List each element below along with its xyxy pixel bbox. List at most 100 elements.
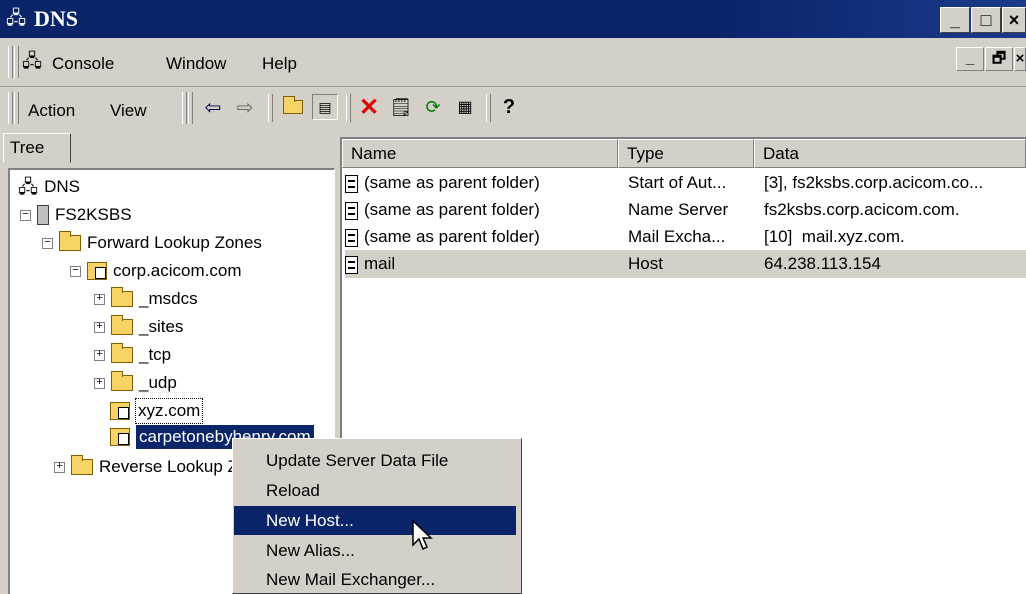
record-data: [3], fs2ksbs.corp.acicom.co... [764, 173, 984, 192]
record-data: fs2ksbs.corp.acicom.com. [764, 200, 960, 219]
record-type: Name Server [628, 200, 729, 219]
toolbar-grip-2 [14, 92, 19, 124]
maximize-button[interactable]: □ [971, 7, 1001, 33]
dns-app-icon: 🖧 [6, 8, 27, 28]
toolbar-separator-5 [486, 94, 491, 122]
tree-node-forward-zones[interactable]: − Forward Lookup Zones [42, 231, 262, 255]
mdi-restore-button[interactable]: 🗗 [985, 47, 1013, 71]
folder-icon [111, 371, 133, 391]
help-icon[interactable]: ? [496, 94, 522, 120]
show-tree-icon[interactable]: ▤ [312, 94, 338, 120]
tree-node-label: DNS [44, 177, 80, 196]
expand-icon[interactable]: + [94, 293, 105, 305]
tree-node-sites[interactable]: + _sites [94, 315, 183, 339]
tree-node-corp-acicom[interactable]: − corp.acicom.com [70, 259, 241, 283]
tree-node-label: Forward Lookup Zones [87, 233, 262, 252]
menu-help[interactable]: Help [262, 54, 297, 74]
zone-icon [87, 262, 107, 280]
tree-node-label: _udp [139, 373, 177, 392]
console-icon: 🖧 [22, 51, 43, 71]
mdi-close-button[interactable]: × [1014, 47, 1026, 71]
record-type: Host [628, 254, 663, 273]
menu-console[interactable]: Console [52, 54, 114, 74]
collapse-icon[interactable]: − [70, 265, 81, 277]
menu-bar [0, 38, 1026, 87]
record-name: mail [364, 254, 396, 273]
menu-item-reload[interactable]: Reload [234, 476, 516, 505]
action-menu[interactable]: Action [28, 101, 75, 121]
record-name: (same as parent folder) [364, 200, 540, 219]
refresh-icon[interactable]: ⟳ [420, 94, 446, 120]
column-header-type[interactable]: Type [618, 139, 754, 168]
tree-node-server[interactable]: − FS2KSBS [20, 203, 132, 227]
record-name: (same as parent folder) [364, 173, 540, 192]
menu-grip [8, 46, 13, 78]
delete-icon[interactable]: ✕ [356, 94, 382, 121]
window-title: DNS [34, 6, 79, 31]
record-name: (same as parent folder) [364, 227, 540, 246]
tree-node-xyz[interactable]: xyz.com [110, 398, 204, 424]
list-row-selected[interactable]: mail Host 64.238.113.154 [345, 250, 1026, 278]
tree-node-label: _tcp [139, 345, 172, 364]
folder-icon [59, 231, 81, 251]
record-icon [345, 255, 358, 274]
column-header-name[interactable]: Name [342, 139, 618, 168]
expand-icon[interactable]: + [94, 377, 105, 389]
collapse-icon[interactable]: − [42, 237, 53, 249]
export-list-icon[interactable]: ▦ [452, 94, 478, 120]
mdi-minimize-button[interactable]: _ [956, 47, 984, 71]
record-icon [345, 228, 358, 247]
mouse-cursor-icon [412, 520, 433, 551]
expand-icon[interactable]: + [54, 461, 65, 473]
record-data: [10] mail.xyz.com. [764, 227, 905, 246]
tree-node-label: FS2KSBS [55, 205, 132, 224]
tree-node-label: _msdcs [139, 289, 198, 308]
menu-item-new-host[interactable]: New Host... [234, 506, 516, 535]
view-menu[interactable]: View [110, 101, 147, 121]
zone-icon [110, 402, 130, 420]
record-icon [345, 201, 358, 220]
toolbar-separator [182, 92, 187, 124]
record-type: Start of Aut... [628, 173, 727, 192]
back-arrow-icon[interactable]: ⇦ [200, 94, 226, 120]
list-row[interactable]: (same as parent folder) Mail Excha... [1… [345, 223, 1026, 251]
folder-icon [111, 287, 133, 307]
network-icon: 🖧 [18, 177, 39, 197]
list-row[interactable]: (same as parent folder) Start of Aut... … [345, 169, 1026, 197]
tab-tree[interactable]: Tree [3, 133, 71, 163]
menu-item-update-server-data-file[interactable]: Update Server Data File [234, 446, 516, 475]
expand-icon[interactable]: + [94, 349, 105, 361]
forward-arrow-icon[interactable]: ⇨ [232, 94, 258, 120]
menu-window[interactable]: Window [166, 54, 226, 74]
expand-icon[interactable]: + [94, 321, 105, 333]
menu-item-new-alias[interactable]: New Alias... [234, 536, 516, 565]
tree-node-label: xyz.com [134, 398, 204, 424]
record-data: 64.238.113.154 [764, 254, 881, 273]
minimize-button[interactable]: _ [940, 7, 970, 33]
collapse-icon[interactable]: − [20, 209, 31, 221]
properties-icon[interactable]: 🗒 [388, 94, 414, 120]
zone-icon [110, 428, 130, 446]
toolbar-separator-4 [346, 94, 351, 122]
title-bar [0, 0, 1026, 38]
toolbar-separator-2 [188, 92, 193, 124]
list-row[interactable]: (same as parent folder) Name Server fs2k… [345, 196, 1026, 224]
tree-node-tcp[interactable]: + _tcp [94, 343, 171, 367]
menu-grip-2 [14, 46, 19, 78]
record-type: Mail Excha... [628, 227, 726, 246]
folder-icon [111, 315, 133, 335]
up-folder-icon[interactable] [280, 94, 306, 120]
server-icon [37, 205, 49, 225]
column-header-data[interactable]: Data [754, 139, 1026, 168]
tree-node-msdcs[interactable]: + _msdcs [94, 287, 198, 311]
folder-icon [71, 455, 93, 475]
folder-icon [111, 343, 133, 363]
tree-view: 🖧 DNS − FS2KSBS − Forward Lookup Zones − … [14, 173, 334, 476]
record-icon [345, 174, 358, 193]
tree-node-dns[interactable]: 🖧 DNS [18, 175, 80, 199]
menu-item-new-mail-exchanger[interactable]: New Mail Exchanger... [234, 565, 516, 594]
tree-node-label: corp.acicom.com [113, 261, 242, 280]
tree-node-udp[interactable]: + _udp [94, 371, 177, 395]
toolbar-grip [8, 92, 13, 124]
close-button[interactable]: × [1002, 7, 1026, 33]
